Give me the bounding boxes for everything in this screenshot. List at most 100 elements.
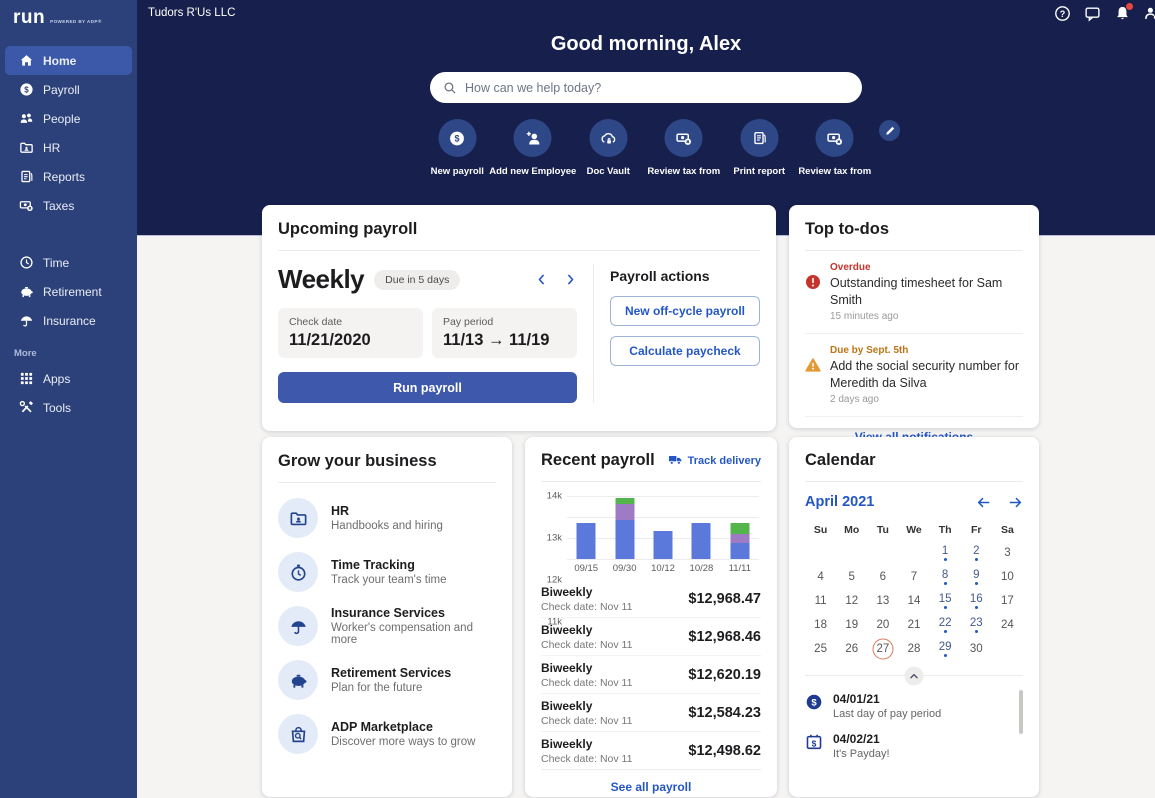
calendar-day-1[interactable]: 1 bbox=[930, 541, 961, 565]
quick-action-print-report[interactable]: Print report bbox=[722, 119, 798, 177]
chart-ytick: 11k bbox=[547, 617, 562, 628]
sidebar-item-tools[interactable]: Tools bbox=[5, 393, 132, 422]
grow-item-title: Retirement Services bbox=[331, 666, 451, 680]
sidebar-item-time[interactable]: Time bbox=[5, 248, 132, 277]
calendar-day-22[interactable]: 22 bbox=[930, 613, 961, 637]
collapse-chevron-up-button[interactable] bbox=[905, 666, 924, 685]
person-gear-icon[interactable] bbox=[1144, 5, 1155, 22]
calendar-day-29[interactable]: 29 bbox=[930, 637, 961, 661]
calendar-day-20[interactable]: 20 bbox=[867, 613, 898, 637]
chat-icon[interactable] bbox=[1084, 5, 1101, 22]
payroll-row[interactable]: BiweeklyCheck date: Nov 11$12,968.47 bbox=[541, 580, 761, 618]
todo-list: OverdueOutstanding timesheet for Sam Smi… bbox=[805, 251, 1023, 417]
calendar-day-27[interactable]: 27 bbox=[867, 637, 898, 661]
sidebar-item-payroll[interactable]: $Payroll bbox=[5, 75, 132, 104]
sidebar-item-people[interactable]: People bbox=[5, 104, 132, 133]
calendar-day-10[interactable]: 10 bbox=[992, 565, 1023, 589]
payroll-check-date: Check date: Nov 11 bbox=[541, 601, 632, 613]
sidebar-item-hr[interactable]: HR bbox=[5, 133, 132, 162]
payroll-row[interactable]: BiweeklyCheck date: Nov 11$12,968.46 bbox=[541, 618, 761, 656]
quick-action-doc-vault[interactable]: Doc Vault bbox=[571, 119, 647, 177]
payroll-row[interactable]: BiweeklyCheck date: Nov 11$12,620.19 bbox=[541, 656, 761, 694]
todo-timestamp: 2 days ago bbox=[830, 394, 1023, 405]
calendar-day-7[interactable]: 7 bbox=[898, 565, 929, 589]
run-payroll-button[interactable]: Run payroll bbox=[278, 372, 577, 403]
calendar-event[interactable]: $04/02/21It's Payday! bbox=[805, 726, 1015, 766]
calendar-day-14[interactable]: 14 bbox=[898, 589, 929, 613]
quick-action-review-tax-from[interactable]: Review tax from bbox=[797, 119, 873, 177]
chart-bar-segment bbox=[615, 504, 634, 520]
calendar-grid: SuMoTuWeThFrSa12345678910111213141516171… bbox=[805, 519, 1023, 661]
payroll-row[interactable]: BiweeklyCheck date: Nov 11$12,498.62 bbox=[541, 732, 761, 770]
quick-action-add-new-employee[interactable]: Add new Employee bbox=[495, 119, 571, 177]
search-input[interactable] bbox=[465, 81, 849, 95]
todo-item[interactable]: OverdueOutstanding timesheet for Sam Smi… bbox=[805, 251, 1023, 334]
help-search-bar[interactable] bbox=[430, 72, 862, 103]
calendar-day-26[interactable]: 26 bbox=[836, 637, 867, 661]
next-month-arrow-icon[interactable] bbox=[1008, 495, 1023, 510]
calendar-day-header: Mo bbox=[836, 519, 867, 541]
calendar-day-19[interactable]: 19 bbox=[836, 613, 867, 637]
calendar-day-24[interactable]: 24 bbox=[992, 613, 1023, 637]
calendar-day-13[interactable]: 13 bbox=[867, 589, 898, 613]
chart-bar-10/28 bbox=[682, 496, 720, 559]
calendar-day-25[interactable]: 25 bbox=[805, 637, 836, 661]
calendar-day-21[interactable]: 21 bbox=[898, 613, 929, 637]
sidebar-item-retirement[interactable]: Retirement bbox=[5, 277, 132, 306]
calculate-paycheck-button[interactable]: Calculate paycheck bbox=[610, 336, 760, 366]
events-scrollbar[interactable] bbox=[1019, 690, 1023, 734]
grow-item-retirement-services[interactable]: Retirement ServicesPlan for the future bbox=[278, 653, 496, 707]
grow-item-adp-marketplace[interactable]: ADP MarketplaceDiscover more ways to gro… bbox=[278, 707, 496, 761]
chart-ytick: 13k bbox=[547, 533, 562, 544]
see-all-payroll-link[interactable]: See all payroll bbox=[541, 780, 761, 794]
calendar-day-header: Th bbox=[930, 519, 961, 541]
calendar-day-3[interactable]: 3 bbox=[992, 541, 1023, 565]
umbrella-icon bbox=[19, 313, 34, 328]
chevron-left-icon[interactable] bbox=[535, 273, 548, 286]
grow-item-insurance-services[interactable]: Insurance ServicesWorker's compensation … bbox=[278, 599, 496, 653]
bell-icon[interactable] bbox=[1114, 5, 1131, 22]
payroll-row[interactable]: BiweeklyCheck date: Nov 11$12,584.23 bbox=[541, 694, 761, 732]
sidebar-item-taxes[interactable]: Taxes bbox=[5, 191, 132, 220]
divider bbox=[278, 250, 760, 251]
calendar-day-8[interactable]: 8 bbox=[930, 565, 961, 589]
sidebar-item-reports[interactable]: Reports bbox=[5, 162, 132, 191]
calendar-day-23[interactable]: 23 bbox=[961, 613, 992, 637]
new-off-cycle-payroll-button[interactable]: New off-cycle payroll bbox=[610, 296, 760, 326]
calendar-day-4[interactable]: 4 bbox=[805, 565, 836, 589]
help-icon[interactable]: ? bbox=[1054, 5, 1071, 22]
calendar-day-28[interactable]: 28 bbox=[898, 637, 929, 661]
quick-action-new-payroll[interactable]: $New payroll bbox=[420, 119, 496, 177]
calendar-day-30[interactable]: 30 bbox=[961, 637, 992, 661]
sidebar-item-home[interactable]: Home bbox=[5, 46, 132, 75]
sidebar-item-label: HR bbox=[43, 141, 60, 155]
calendar-day-2[interactable]: 2 bbox=[961, 541, 992, 565]
edit-shortcuts-button[interactable] bbox=[879, 120, 900, 141]
calendar-day-18[interactable]: 18 bbox=[805, 613, 836, 637]
calendar-day-5[interactable]: 5 bbox=[836, 565, 867, 589]
grow-item-hr[interactable]: HRHandbooks and hiring bbox=[278, 491, 496, 545]
track-delivery-link[interactable]: Track delivery bbox=[668, 452, 761, 470]
company-name: Tudors R'Us LLC bbox=[148, 7, 235, 19]
divider bbox=[541, 481, 761, 482]
calendar-day-12[interactable]: 12 bbox=[836, 589, 867, 613]
quick-action-review-tax-from[interactable]: Review tax from bbox=[646, 119, 722, 177]
sidebar-item-apps[interactable]: Apps bbox=[5, 364, 132, 393]
prev-month-arrow-icon[interactable] bbox=[976, 495, 991, 510]
grow-item-time-tracking[interactable]: Time TrackingTrack your team's time bbox=[278, 545, 496, 599]
calendar-day-16[interactable]: 16 bbox=[961, 589, 992, 613]
calendar-day-6[interactable]: 6 bbox=[867, 565, 898, 589]
calendar-day-17[interactable]: 17 bbox=[992, 589, 1023, 613]
calendar-day-9[interactable]: 9 bbox=[961, 565, 992, 589]
calendar-day-15[interactable]: 15 bbox=[930, 589, 961, 613]
chevron-right-icon[interactable] bbox=[564, 273, 577, 286]
payroll-check-date: Check date: Nov 11 bbox=[541, 753, 632, 765]
todo-item[interactable]: Due by Sept. 5thAdd the social security … bbox=[805, 334, 1023, 417]
calendar-event[interactable]: $04/01/21Last day of pay period bbox=[805, 686, 1015, 726]
payroll-check-date: Check date: Nov 11 bbox=[541, 715, 632, 727]
event-dot bbox=[975, 606, 978, 609]
quick-action-label: Review tax from bbox=[798, 166, 871, 177]
calendar-month-year: April 2021 bbox=[805, 494, 874, 510]
calendar-day-11[interactable]: 11 bbox=[805, 589, 836, 613]
sidebar-item-insurance[interactable]: Insurance bbox=[5, 306, 132, 335]
